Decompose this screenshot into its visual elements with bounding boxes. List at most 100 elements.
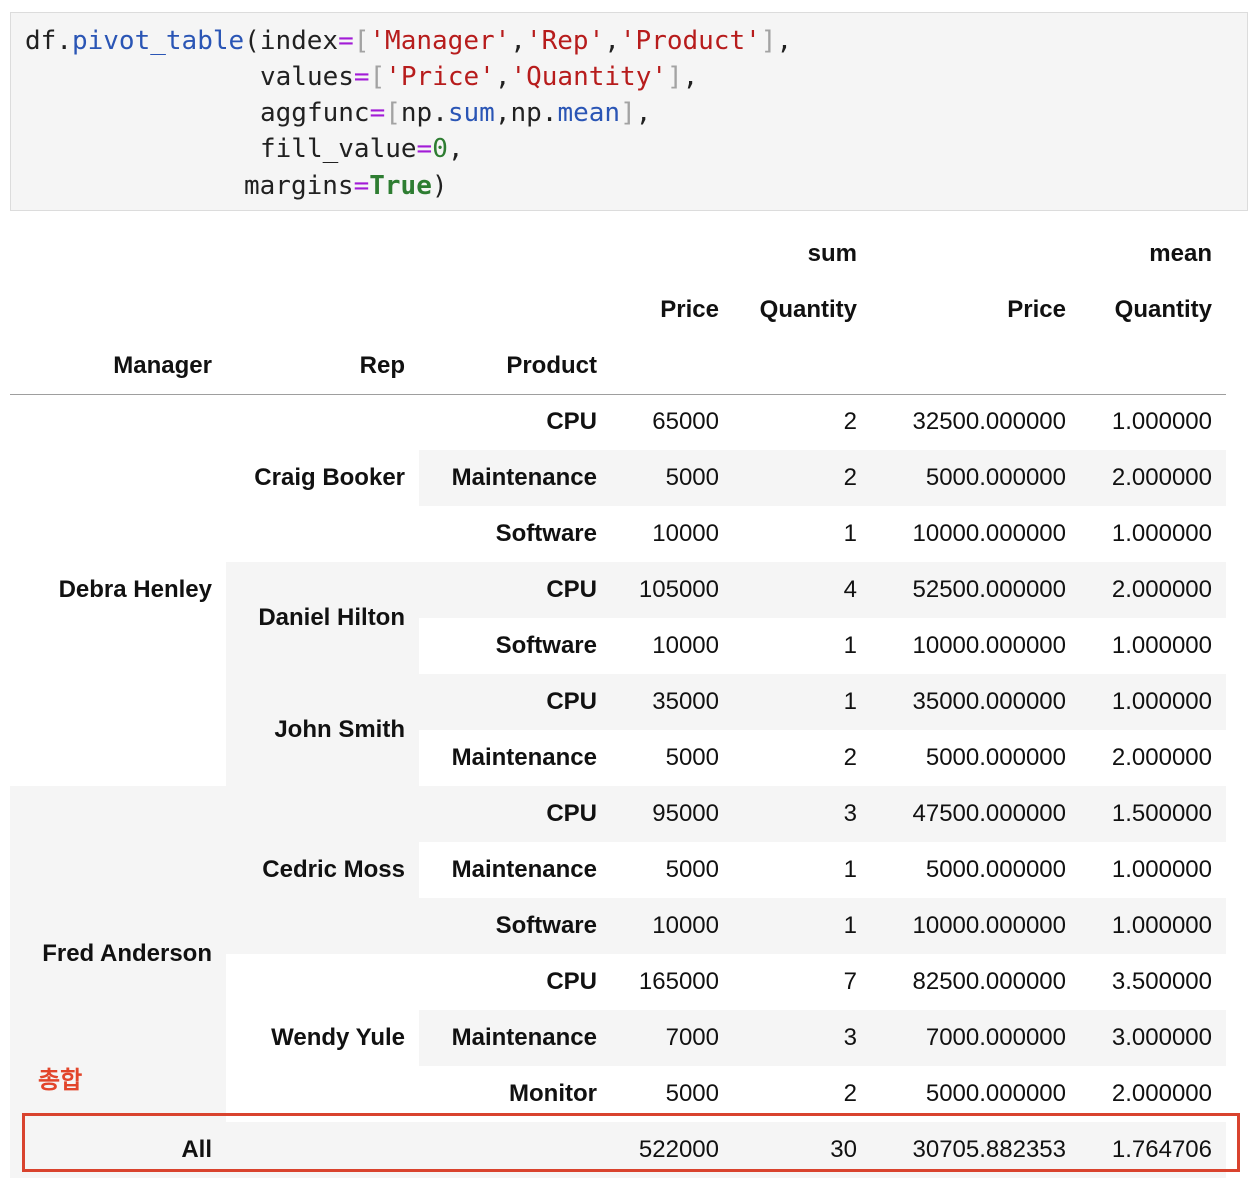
col-group-mean: mean bbox=[1149, 240, 1212, 267]
pivot-table-output: sum mean Price Quantity Price Quantity M… bbox=[10, 226, 1226, 1182]
product-cell: Software bbox=[495, 632, 597, 659]
product-cell: CPU bbox=[419, 562, 611, 618]
total-value-cell: 1.764706 bbox=[1080, 1122, 1226, 1178]
product-cell: CPU bbox=[546, 968, 597, 995]
value-cell: 3.500000 bbox=[1111, 968, 1212, 995]
col-header-quantity: Quantity bbox=[759, 296, 857, 323]
code-line-2: values=['Price','Quantity'], bbox=[260, 62, 699, 92]
value-cell: 3 bbox=[733, 1010, 871, 1066]
value-cell: 1 bbox=[843, 856, 857, 883]
product-cell: CPU bbox=[546, 408, 597, 436]
index-name-manager: Manager bbox=[10, 338, 226, 395]
value-cell: 5000.000000 bbox=[925, 856, 1066, 883]
value-cell: 3.000000 bbox=[1080, 1010, 1226, 1066]
value-cell: 2 bbox=[843, 408, 857, 436]
value-cell: 1.000000 bbox=[1080, 674, 1226, 730]
value-cell: 5000.000000 bbox=[925, 1080, 1066, 1107]
value-cell: 1.000000 bbox=[1080, 898, 1226, 954]
product-cell: Monitor bbox=[509, 1080, 597, 1107]
value-cell: 47500.000000 bbox=[871, 786, 1080, 842]
value-cell: 1 bbox=[733, 898, 871, 954]
value-cell: 82500.000000 bbox=[912, 968, 1067, 995]
value-cell: 1.000000 bbox=[1111, 520, 1212, 547]
code-line-4: fill_value=0, bbox=[260, 134, 464, 164]
value-cell: 7000.000000 bbox=[871, 1010, 1080, 1066]
code-line-1: df.pivot_table(index=['Manager','Rep','P… bbox=[25, 26, 793, 56]
value-cell: 65000 bbox=[652, 408, 719, 436]
code-line-5: margins=True) bbox=[244, 171, 448, 201]
product-cell: Maintenance bbox=[451, 744, 597, 771]
value-cell: 10000.000000 bbox=[871, 898, 1080, 954]
index-name-rep: Rep bbox=[226, 338, 419, 395]
value-cell: 52500.000000 bbox=[871, 562, 1080, 618]
value-cell: 165000 bbox=[638, 968, 719, 995]
value-cell: 1 bbox=[733, 674, 871, 730]
manager-cell: Debra Henley bbox=[58, 576, 212, 604]
rep-cell: John Smith bbox=[226, 674, 419, 786]
value-cell: 5000.000000 bbox=[925, 744, 1066, 771]
value-cell: 95000 bbox=[611, 786, 733, 842]
value-cell: 5000 bbox=[611, 450, 733, 506]
value-cell: 1.000000 bbox=[1111, 632, 1212, 659]
value-cell: 10000 bbox=[652, 632, 719, 659]
value-cell: 3 bbox=[733, 786, 871, 842]
col-header-quantity: Quantity bbox=[1114, 296, 1212, 323]
header-row-groups: sum mean bbox=[10, 226, 1226, 282]
total-value-cell: 30705.882353 bbox=[871, 1122, 1080, 1178]
code-cell[interactable]: df.pivot_table(index=['Manager','Rep','P… bbox=[10, 12, 1248, 211]
annotation-label: 총합 bbox=[38, 1066, 83, 1094]
product-cell: CPU bbox=[419, 674, 611, 730]
value-cell: 1 bbox=[843, 520, 857, 547]
col-header-price: Price bbox=[1007, 296, 1066, 323]
value-cell: 10000 bbox=[611, 898, 733, 954]
total-value-cell: 522000 bbox=[611, 1122, 733, 1178]
product-cell: Maintenance bbox=[419, 450, 611, 506]
value-cell: 1.000000 bbox=[1111, 408, 1212, 436]
rep-cell: Daniel Hilton bbox=[226, 562, 419, 674]
value-cell: 10000 bbox=[652, 520, 719, 547]
product-cell: Software bbox=[419, 898, 611, 954]
product-cell: CPU bbox=[419, 786, 611, 842]
rep-cell: Wendy Yule bbox=[271, 1024, 405, 1051]
value-cell: 5000 bbox=[665, 1080, 719, 1107]
total-value-cell: 30 bbox=[733, 1122, 871, 1178]
rep-cell: Cedric Moss bbox=[226, 786, 419, 954]
value-cell: 5000 bbox=[665, 744, 719, 771]
product-cell: Maintenance bbox=[419, 1010, 611, 1066]
header-row-index-names: Manager Rep Product bbox=[10, 338, 1226, 395]
value-cell: 35000.000000 bbox=[871, 674, 1080, 730]
value-cell: 2.000000 bbox=[1111, 744, 1212, 771]
value-cell: 1.000000 bbox=[1111, 856, 1212, 883]
col-group-sum: sum bbox=[807, 240, 857, 267]
value-cell: 35000 bbox=[611, 674, 733, 730]
value-cell: 2.000000 bbox=[1111, 1080, 1212, 1107]
value-cell: 7 bbox=[843, 968, 857, 995]
value-cell: 5000 bbox=[665, 856, 719, 883]
value-cell: 32500.000000 bbox=[912, 408, 1067, 436]
value-cell: 7000 bbox=[611, 1010, 733, 1066]
value-cell: 2.000000 bbox=[1080, 450, 1226, 506]
code-line-3: aggfunc=[np.sum,np.mean], bbox=[260, 98, 652, 128]
value-cell: 1.500000 bbox=[1080, 786, 1226, 842]
rep-cell: Craig Booker bbox=[254, 464, 405, 492]
table-row: Fred Anderson Cedric Moss CPU 95000 3 47… bbox=[10, 786, 1226, 1122]
value-cell: 4 bbox=[733, 562, 871, 618]
value-cell: 2 bbox=[843, 1080, 857, 1107]
total-label: All bbox=[10, 1122, 226, 1178]
value-cell: 1 bbox=[843, 632, 857, 659]
pivot-table: sum mean Price Quantity Price Quantity M… bbox=[10, 226, 1226, 1178]
header-row-values: Price Quantity Price Quantity bbox=[10, 282, 1226, 338]
value-cell: 105000 bbox=[611, 562, 733, 618]
product-cell: Software bbox=[495, 520, 597, 547]
total-row: All 522000 30 30705.882353 1.764706 bbox=[10, 1122, 1226, 1178]
product-cell: Maintenance bbox=[451, 856, 597, 883]
col-header-price: Price bbox=[660, 296, 719, 323]
value-cell: 5000.000000 bbox=[871, 450, 1080, 506]
value-cell: 10000.000000 bbox=[912, 520, 1067, 547]
value-cell: 10000.000000 bbox=[912, 632, 1067, 659]
table-row: Debra Henley Craig Booker CPU 65000 2 32… bbox=[10, 394, 1226, 603]
value-cell: 2.000000 bbox=[1080, 562, 1226, 618]
value-cell: 2 bbox=[733, 450, 871, 506]
value-cell: 2 bbox=[843, 744, 857, 771]
index-name-product: Product bbox=[419, 338, 611, 395]
